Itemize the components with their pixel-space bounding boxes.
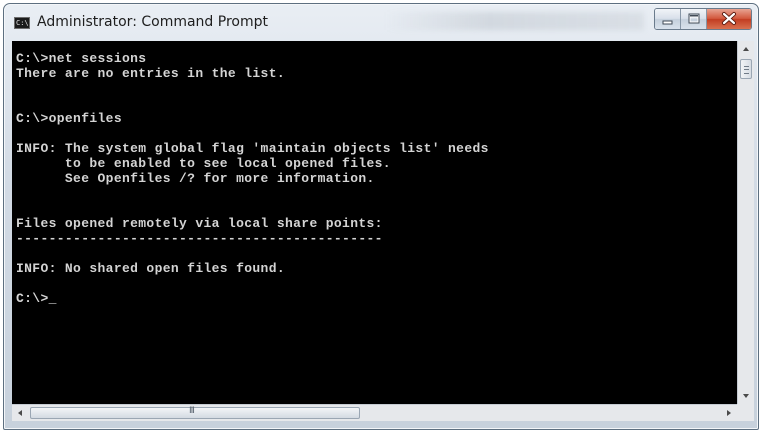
console-line: C:\>net sessions xyxy=(16,51,147,66)
scroll-down-button[interactable] xyxy=(738,387,754,404)
command-prompt-window: C:\ Administrator: Command Prompt C:\>ne… xyxy=(3,3,759,430)
console-line: C:\>openfiles xyxy=(16,111,122,126)
horizontal-scroll-thumb[interactable]: III xyxy=(30,406,360,419)
vertical-scroll-thumb[interactable] xyxy=(740,59,752,79)
scroll-right-button[interactable] xyxy=(720,405,737,421)
window-controls xyxy=(654,8,752,30)
window-title: Administrator: Command Prompt xyxy=(37,14,268,30)
triangle-up-icon xyxy=(743,47,749,51)
scrollbar-corner xyxy=(737,404,754,421)
title-bar-reflection xyxy=(384,12,644,30)
close-button[interactable] xyxy=(707,9,751,29)
horizontal-scrollbar[interactable]: III xyxy=(12,404,737,421)
vertical-scrollbar[interactable] xyxy=(737,41,754,404)
scroll-up-button[interactable] xyxy=(738,41,754,58)
triangle-left-icon xyxy=(18,410,22,416)
console-line: See Openfiles /? for more information. xyxy=(16,171,375,186)
grip-icon: III xyxy=(189,406,195,416)
console-line: to be enabled to see local opened files. xyxy=(16,156,391,171)
close-icon xyxy=(722,12,736,25)
grip-icon xyxy=(744,66,749,74)
maximize-button[interactable] xyxy=(681,9,707,29)
console-line: There are no entries in the list. xyxy=(16,66,285,81)
scroll-left-button[interactable] xyxy=(12,405,29,421)
minimize-button[interactable] xyxy=(655,9,681,29)
console-line: INFO: No shared open files found. xyxy=(16,261,285,276)
triangle-right-icon xyxy=(727,410,731,416)
console-prompt-line: C:\>_ xyxy=(16,291,57,306)
console-text: C:\>net sessions There are no entries in… xyxy=(16,51,489,306)
title-bar[interactable]: C:\ Administrator: Command Prompt xyxy=(4,4,758,39)
triangle-down-icon xyxy=(743,394,749,398)
minimize-icon xyxy=(662,20,673,25)
console-line: Files opened remotely via local share po… xyxy=(16,216,383,231)
maximize-icon xyxy=(688,13,700,24)
console-line: INFO: The system global flag 'maintain o… xyxy=(16,141,489,156)
console-line: ----------------------------------------… xyxy=(16,231,383,246)
console-output[interactable]: C:\>net sessions There are no entries in… xyxy=(12,41,737,404)
command-prompt-icon[interactable]: C:\ xyxy=(14,17,30,29)
